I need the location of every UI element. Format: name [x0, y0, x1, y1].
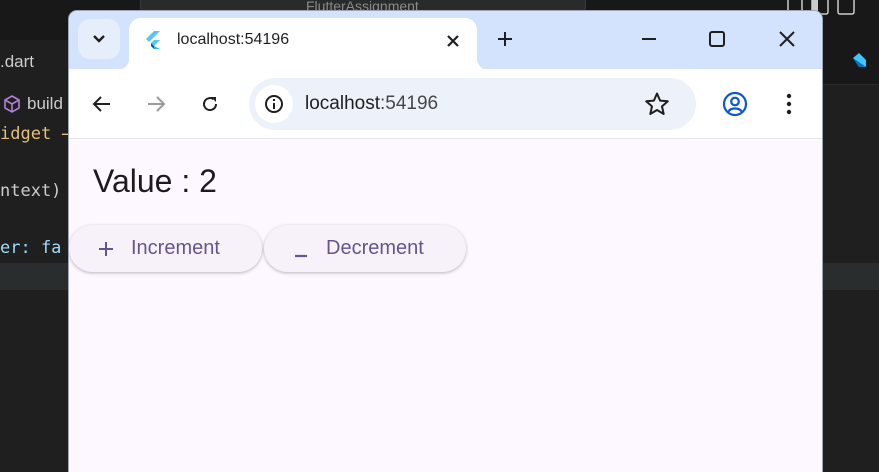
- minimize-button[interactable]: [621, 19, 677, 59]
- site-info-button[interactable]: [255, 85, 293, 123]
- back-button[interactable]: [84, 86, 120, 122]
- code-line: ntext): [0, 181, 62, 201]
- account-circle-icon: [722, 91, 748, 117]
- reload-button[interactable]: [192, 86, 228, 122]
- address-bar[interactable]: localhost:54196: [249, 78, 696, 130]
- editor-tab-label: .dart: [0, 52, 35, 71]
- dart-icon: [853, 53, 866, 67]
- browser-menu-button[interactable]: [771, 86, 807, 122]
- minus-icon: [290, 238, 312, 260]
- maximize-button[interactable]: [689, 19, 745, 59]
- more-vertical-icon: [786, 93, 792, 115]
- tab-search-button[interactable]: [78, 19, 120, 59]
- profile-button[interactable]: [717, 86, 753, 122]
- flutter-logo-icon: [146, 31, 160, 49]
- plus-icon: [95, 238, 117, 260]
- editor-breadcrumb-label: build: [27, 94, 63, 113]
- browser-tab[interactable]: localhost:54196: [117, 18, 489, 70]
- chevron-down-icon: [93, 35, 105, 43]
- decrement-button[interactable]: Decrement: [264, 225, 466, 272]
- increment-button-label: Increment: [131, 237, 220, 259]
- tab-close-button[interactable]: [439, 27, 467, 55]
- counter-value-label: Value : 2: [93, 163, 217, 199]
- window-close-button[interactable]: [759, 19, 815, 59]
- flutter-app-page: Value : 2 Increment Decrement: [69, 139, 822, 472]
- cube-icon: [4, 95, 20, 113]
- increment-button[interactable]: Increment: [69, 225, 262, 272]
- url-port: :54196: [380, 93, 439, 114]
- reload-icon: [203, 97, 218, 112]
- close-icon: [447, 35, 459, 47]
- url-text[interactable]: localhost:54196: [305, 93, 438, 115]
- tab-strip: localhost:54196: [69, 11, 822, 70]
- code-line: er: fa: [0, 238, 62, 258]
- browser-toolbar: localhost:54196: [69, 69, 822, 139]
- browser-window: localhost:54196 localhost:54196 Value: …: [69, 11, 822, 472]
- maximize-icon: [709, 31, 725, 47]
- decrement-button-label: Decrement: [326, 237, 424, 259]
- info-icon: [265, 95, 283, 113]
- arrow-right-icon: [148, 96, 166, 112]
- plus-icon: [498, 32, 512, 46]
- forward-button[interactable]: [138, 86, 174, 122]
- tab-title: localhost:54196: [177, 31, 290, 48]
- url-host: localhost: [305, 93, 380, 114]
- new-tab-button[interactable]: [489, 23, 521, 55]
- bookmark-star-icon[interactable]: [644, 91, 670, 117]
- close-icon: [779, 31, 795, 47]
- arrow-left-icon: [92, 96, 110, 112]
- minimize-icon: [642, 38, 656, 40]
- code-line: idget →: [0, 124, 72, 144]
